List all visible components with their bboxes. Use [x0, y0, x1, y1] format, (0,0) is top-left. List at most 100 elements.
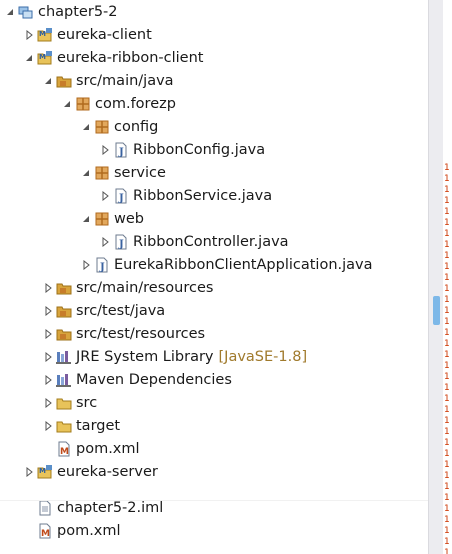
error-marker: 1	[444, 361, 450, 371]
tree-item-label: config	[114, 119, 159, 135]
tree-item-src-test-resources[interactable]: src/test/resources	[42, 323, 205, 345]
tree-item-label: src/main/resources	[76, 280, 214, 296]
collapsed-arrow-icon[interactable]	[42, 277, 54, 299]
collapsed-arrow-icon[interactable]	[80, 254, 92, 276]
expanded-arrow-icon[interactable]	[61, 93, 73, 115]
tree-item-label: src	[76, 395, 98, 411]
tree-item-label: RibbonConfig.java	[133, 142, 266, 158]
tree-item-label: target	[76, 418, 121, 434]
error-marker: 1	[444, 471, 450, 481]
vertical-scrollbar[interactable]	[428, 0, 443, 554]
error-marker: 1	[444, 548, 450, 554]
java-file-icon: J	[113, 188, 129, 204]
tree-item-eureka-ribbon-client[interactable]: Meureka-ribbon-client	[23, 47, 203, 69]
tree-item-eureka-client[interactable]: Meureka-client	[23, 24, 152, 46]
source-folder-icon	[56, 303, 72, 319]
error-marker: 1	[444, 493, 450, 503]
package-icon	[94, 119, 110, 135]
maven-project-icon: M	[37, 464, 53, 480]
no-arrow	[23, 520, 35, 542]
java-file-icon: J	[113, 142, 129, 158]
error-marker: 1	[444, 416, 450, 426]
error-marker: 1	[444, 427, 450, 437]
expanded-arrow-icon[interactable]	[42, 70, 54, 92]
tree-item-web[interactable]: web	[80, 208, 144, 230]
error-marker: 1	[444, 405, 450, 415]
svg-text:M: M	[39, 30, 46, 38]
collapsed-arrow-icon[interactable]	[99, 185, 111, 207]
collapsed-arrow-icon[interactable]	[42, 415, 54, 437]
no-arrow	[42, 438, 54, 460]
svg-text:J: J	[118, 193, 124, 204]
tree-item-jre-system-library[interactable]: JRE System Library [JavaSE-1.8]	[42, 346, 307, 368]
tree-item-ribbonservice-java[interactable]: J RibbonService.java	[99, 185, 272, 207]
tree-item-label: src/main/java	[76, 73, 174, 89]
tree-item-config[interactable]: config	[80, 116, 158, 138]
tree-item-label: pom.xml	[76, 441, 140, 457]
scrollbar-thumb[interactable]	[433, 296, 440, 325]
collapsed-arrow-icon[interactable]	[42, 369, 54, 391]
tree-item-label: pom.xml	[57, 523, 121, 539]
error-marker: 1	[444, 295, 450, 305]
tree-item-src[interactable]: src	[42, 392, 97, 414]
svg-text:M: M	[41, 529, 50, 539]
collapsed-arrow-icon[interactable]	[99, 139, 111, 161]
tree-item-src-test-java[interactable]: src/test/java	[42, 300, 165, 322]
tree-item-com-forezp[interactable]: com.forezp	[61, 93, 176, 115]
collapsed-arrow-icon[interactable]	[99, 231, 111, 253]
tree-item-pom-xml[interactable]: Mpom.xml	[42, 438, 140, 460]
error-marker: 1	[444, 185, 450, 195]
collapsed-arrow-icon[interactable]	[23, 24, 35, 46]
tree-item-ribbonconfig-java[interactable]: J RibbonConfig.java	[99, 139, 265, 161]
svg-text:J: J	[118, 147, 124, 158]
tree-item-root-pom-xml[interactable]: Mpom.xml	[23, 520, 121, 542]
workingset-icon	[18, 4, 34, 20]
error-marker: 1	[444, 306, 450, 316]
tree-item-ribboncontroller-java[interactable]: J RibbonController.java	[99, 231, 289, 253]
svg-text:M: M	[39, 467, 46, 475]
project-explorer-tree: chapter5-2 Meureka-client Meureka-ribbon-c…	[0, 0, 428, 554]
tree-item-label: web	[114, 211, 144, 227]
folder-icon	[56, 418, 72, 434]
tree-item-label: com.forezp	[95, 96, 176, 112]
expanded-arrow-icon[interactable]	[4, 1, 16, 23]
collapsed-arrow-icon[interactable]	[42, 392, 54, 414]
tree-item-eureka-server[interactable]: Meureka-server	[23, 461, 158, 483]
expanded-arrow-icon[interactable]	[80, 116, 92, 138]
tree-item-target[interactable]: target	[42, 415, 120, 437]
expanded-arrow-icon[interactable]	[80, 162, 92, 184]
tree-item-label: Maven Dependencies	[76, 372, 232, 388]
error-marker: 1	[444, 262, 450, 272]
tree-item-src-main-java[interactable]: src/main/java	[42, 70, 174, 92]
error-marker: 1	[444, 328, 450, 338]
tree-item-maven-dependencies[interactable]: Maven Dependencies	[42, 369, 232, 391]
tree-item-service[interactable]: service	[80, 162, 166, 184]
library-icon	[56, 349, 72, 365]
svg-text:M: M	[60, 447, 69, 457]
collapsed-arrow-icon[interactable]	[42, 346, 54, 368]
tree-item-label: chapter5-2	[38, 4, 118, 20]
tree-item-src-main-resources[interactable]: src/main/resources	[42, 277, 213, 299]
maven-pom-icon: M	[56, 441, 72, 457]
expanded-arrow-icon[interactable]	[80, 208, 92, 230]
tree-separator	[0, 500, 428, 501]
tree-item-chapter5-2[interactable]: chapter5-2	[4, 1, 118, 23]
collapsed-arrow-icon[interactable]	[42, 323, 54, 345]
collapsed-arrow-icon[interactable]	[23, 461, 35, 483]
error-marker: 1	[444, 251, 450, 261]
error-marker: 1	[444, 460, 450, 470]
expanded-arrow-icon[interactable]	[23, 47, 35, 69]
source-folder-icon	[56, 326, 72, 342]
error-marker: 1	[444, 350, 450, 360]
error-marker: 1	[444, 526, 450, 536]
svg-text:M: M	[39, 53, 46, 61]
error-marker: 1	[444, 537, 450, 547]
tree-item-eurekaribbonclientapplication-java[interactable]: J EurekaRibbonClientApplication.java	[80, 254, 373, 276]
java-file-icon: J	[113, 234, 129, 250]
error-marker: 1	[444, 196, 450, 206]
collapsed-arrow-icon[interactable]	[42, 300, 54, 322]
tree-item-label: RibbonController.java	[133, 234, 289, 250]
error-marker: 1	[444, 218, 450, 228]
maven-pom-icon: M	[37, 523, 53, 539]
tree-item-label: eureka-client	[57, 27, 152, 43]
